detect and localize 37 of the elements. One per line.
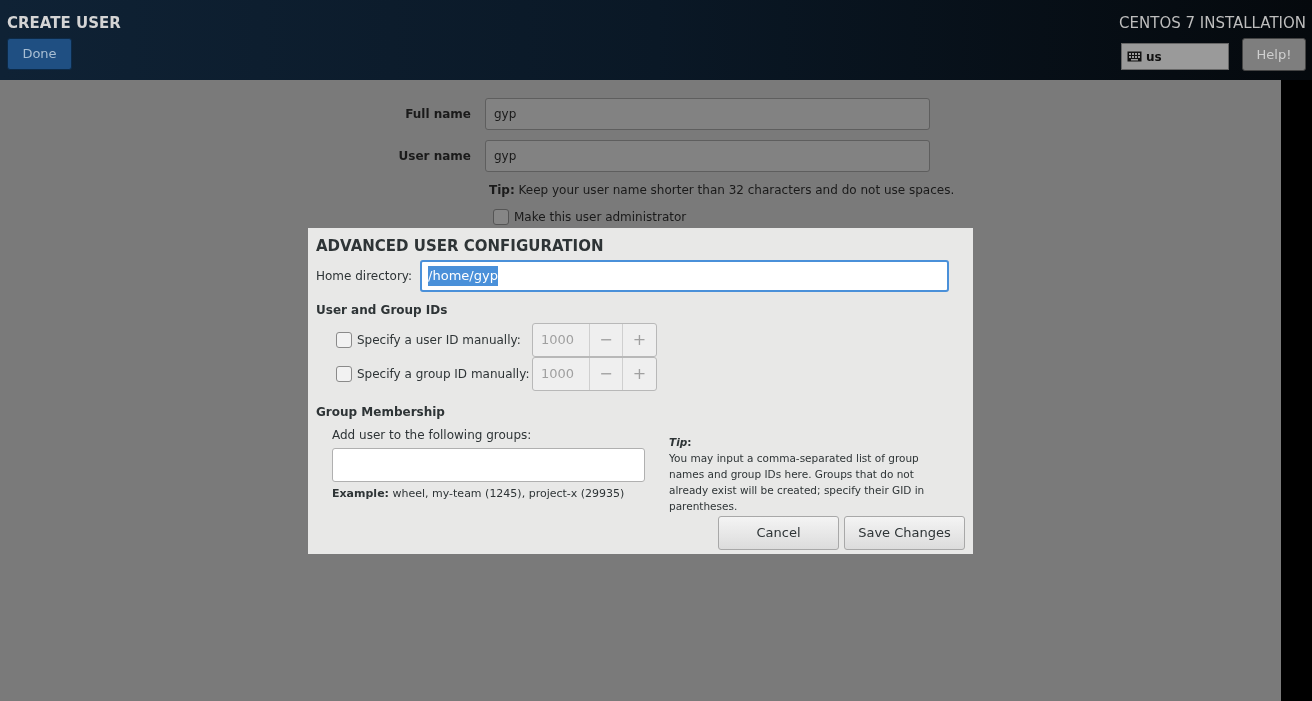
home-directory-field[interactable]: /home/gyp <box>420 260 950 292</box>
decrement-button[interactable]: − <box>590 324 623 356</box>
keyboard-layout-field[interactable]: us <box>1121 43 1229 70</box>
checkbox-label: Specify a group ID manually: <box>357 366 531 383</box>
section-heading: User and Group IDs <box>316 302 449 319</box>
dialog-button[interactable]: Save Changes <box>844 516 965 550</box>
checkbox[interactable] <box>493 209 509 225</box>
increment-button[interactable]: + <box>623 324 656 356</box>
page-title: CREATE USER <box>7 14 121 32</box>
tip-text: You may input a comma-separated list of group names and group IDs here. Groups that do not already exist will be created; specify their GID in parentheses. <box>669 451 926 514</box>
groups-field[interactable] <box>332 448 645 482</box>
increment-button[interactable]: + <box>623 358 656 390</box>
groups-label: Add user to the following groups: <box>332 427 533 444</box>
product-title: CENTOS 7 INSTALLATION <box>1119 14 1306 32</box>
checkbox-label: Make this user administrator <box>514 210 687 224</box>
checkbox[interactable] <box>336 332 352 348</box>
tip-label: Tip: <box>669 435 693 450</box>
field-label: Full name <box>404 106 471 123</box>
text-field[interactable]: gyp <box>485 98 930 130</box>
id-spin-field[interactable]: 1000 <box>533 358 590 390</box>
id-spin-field[interactable]: 1000 <box>533 324 590 356</box>
section-heading: Group Membership <box>316 404 446 421</box>
dialog-button[interactable]: Cancel <box>718 516 839 550</box>
field-label: Home directory: <box>316 268 413 285</box>
keyboard-layout-text: us <box>1146 48 1162 66</box>
text-field[interactable]: gyp <box>485 140 930 172</box>
tip-text: Tip: Keep your user name shorter than 32 characters and do not use spaces. <box>489 183 956 197</box>
dialog-title: ADVANCED USER CONFIGURATION <box>316 237 605 255</box>
example-text: Example: wheel, my-team (1245), project-x (29935) <box>332 486 626 502</box>
done-button[interactable]: Done <box>7 38 72 70</box>
decrement-button[interactable]: − <box>590 358 623 390</box>
help-button[interactable]: Help! <box>1242 38 1306 71</box>
checkbox[interactable] <box>336 366 352 382</box>
field-label: User name <box>397 148 471 165</box>
checkbox-label: Specify a user ID manually: <box>357 332 522 349</box>
keyboard-icon <box>1127 51 1142 62</box>
field-value: /home/gyp <box>428 266 498 286</box>
